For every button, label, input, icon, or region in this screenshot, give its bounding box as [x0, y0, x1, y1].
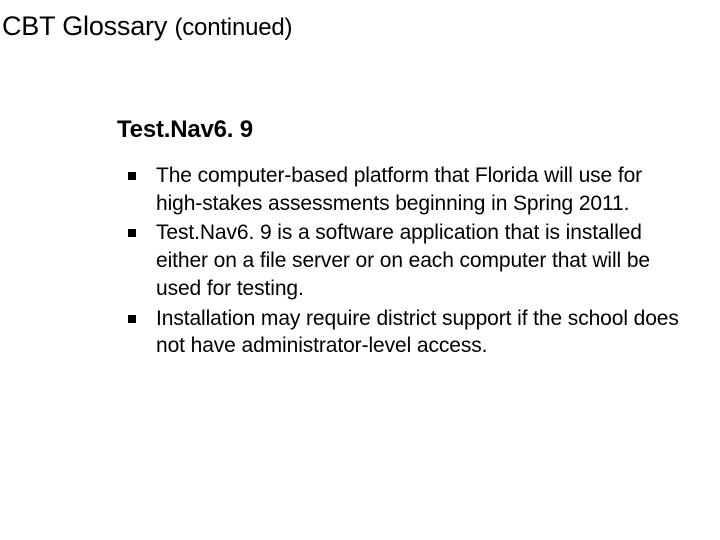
list-item: Installation may require district suppor… [128, 305, 680, 360]
slide-title-line: CBT Glossary (continued) [2, 10, 710, 43]
square-bullet-icon [128, 172, 136, 180]
square-bullet-icon [128, 315, 136, 323]
list-item: Test.Nav6. 9 is a software application t… [128, 219, 680, 302]
square-bullet-icon [128, 229, 136, 237]
bullet-text: The computer-based platform that Florida… [156, 162, 680, 217]
bullet-list: The computer-based platform that Florida… [128, 162, 680, 362]
bullet-text: Test.Nav6. 9 is a software application t… [156, 219, 680, 302]
list-item: The computer-based platform that Florida… [128, 162, 680, 217]
slide-subheading: Test.Nav6. 9 [117, 116, 253, 144]
slide-title-sub: (continued) [174, 14, 292, 41]
slide-title-main: CBT Glossary [2, 11, 167, 41]
slide: CBT Glossary (continued) Test.Nav6. 9 Th… [0, 0, 720, 540]
bullet-text: Installation may require district suppor… [156, 305, 680, 360]
